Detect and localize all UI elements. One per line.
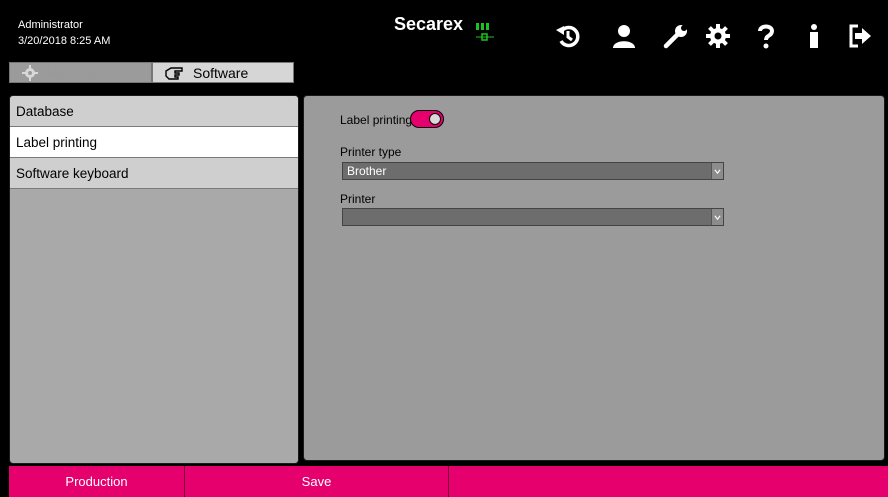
printer-type-select[interactable]: Brother — [342, 162, 724, 180]
sidebar-item-label-printing[interactable]: Label printing — [10, 127, 298, 158]
history-icon[interactable] — [554, 22, 582, 50]
help-icon[interactable] — [752, 22, 780, 50]
chevron-down-icon — [711, 209, 723, 225]
info-icon[interactable] — [800, 22, 828, 50]
printer-select[interactable] — [342, 208, 724, 226]
settings-sidebar: Database Label printing Software keyboar… — [9, 95, 299, 464]
user-name: Administrator — [18, 19, 83, 31]
gear-icon — [22, 64, 38, 81]
toggle-knob — [429, 113, 441, 125]
brand-title: Secarex — [394, 14, 464, 34]
footer-divider — [448, 466, 449, 497]
production-button[interactable]: Production — [9, 466, 184, 497]
save-button[interactable]: Save — [185, 466, 448, 497]
sidebar-item-label: Software keyboard — [16, 165, 129, 181]
footer-bar: Production Save — [9, 466, 888, 497]
logout-icon[interactable] — [846, 22, 874, 50]
settings-gear-icon[interactable] — [704, 22, 732, 50]
sidebar-item-software-keyboard[interactable]: Software keyboard — [10, 158, 298, 189]
pointing-hand-icon — [165, 66, 185, 80]
sidebar-item-label: Database — [16, 103, 74, 119]
header-bar: Administrator 3/20/2018 8:25 AM Secarex — [0, 0, 888, 84]
tab-machine-label: Machine — [46, 64, 99, 81]
sidebar-item-label: Label printing — [16, 134, 98, 150]
tab-software-label: Software — [193, 64, 249, 81]
printer-type-label: Printer type — [340, 145, 402, 159]
tab-software[interactable]: Software — [152, 62, 294, 83]
current-datetime: 3/20/2018 8:25 AM — [18, 35, 111, 47]
chevron-down-icon — [711, 163, 723, 179]
label-printing-toggle[interactable] — [410, 110, 444, 128]
printer-type-value: Brother — [347, 164, 387, 178]
wrench-icon[interactable] — [662, 22, 690, 50]
user-info: Administrator 3/20/2018 8:25 AM — [18, 17, 110, 49]
tab-machine[interactable]: Machine — [9, 62, 152, 83]
label-printing-label: Label printing — [340, 113, 413, 127]
settings-panel: Label printing Printer type Brother Prin… — [303, 95, 885, 461]
printer-label: Printer — [340, 192, 376, 206]
user-icon[interactable] — [610, 22, 638, 50]
status-indicator-icon — [474, 22, 496, 44]
sidebar-item-database[interactable]: Database — [10, 96, 298, 127]
